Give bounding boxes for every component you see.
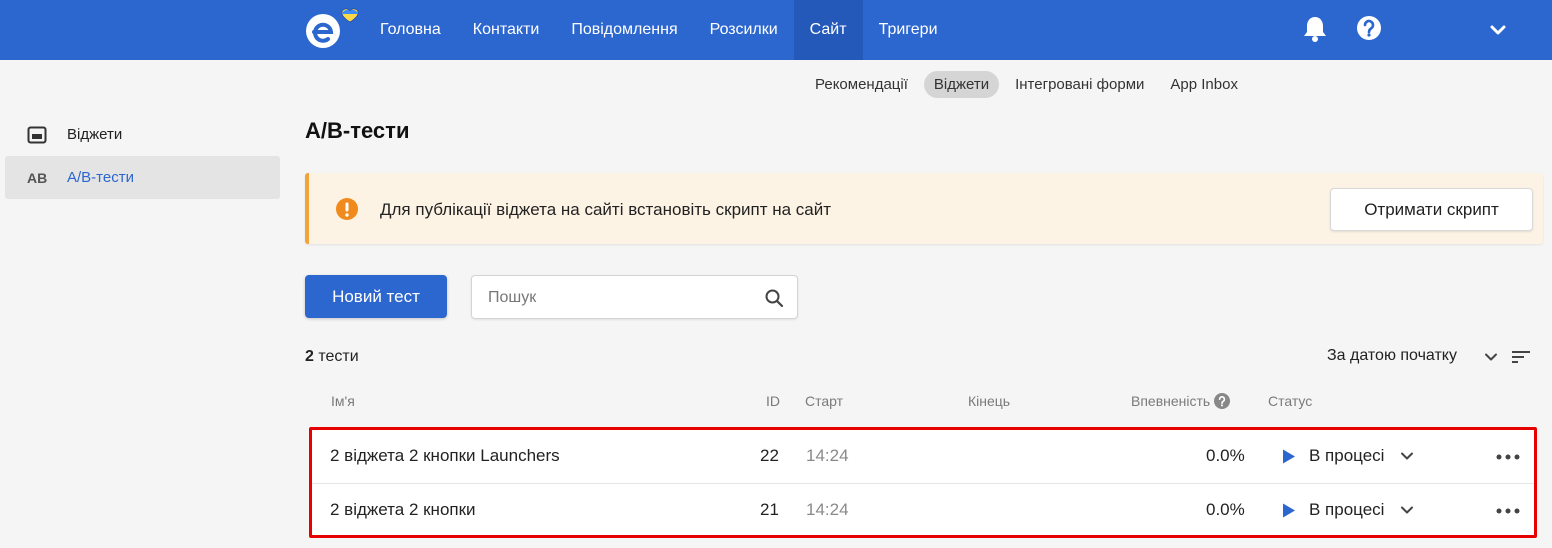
sub-tabs: Рекомендації Віджети Інтегровані форми A… bbox=[805, 71, 1248, 98]
tests-table-body: 2 віджета 2 кнопки Launchers 22 14:24 0.… bbox=[309, 427, 1537, 538]
logo-icon[interactable] bbox=[303, 6, 363, 50]
status-dropdown[interactable]: В процесі bbox=[1309, 500, 1384, 520]
new-test-button[interactable]: Новий тест bbox=[305, 275, 447, 318]
more-options-icon[interactable] bbox=[1495, 453, 1521, 461]
script-notice: Для публікації віджета на сайті встанові… bbox=[305, 173, 1543, 244]
sidebar-item-widgets[interactable]: Віджети bbox=[5, 113, 280, 156]
test-name[interactable]: 2 віджета 2 кнопки Launchers bbox=[330, 446, 560, 466]
search-box bbox=[471, 275, 798, 319]
table-row[interactable]: 2 віджета 2 кнопки 21 14:24 0.0% В проце… bbox=[312, 483, 1534, 535]
play-icon bbox=[1283, 503, 1295, 518]
column-header-name[interactable]: Ім'я bbox=[331, 393, 355, 409]
column-header-status[interactable]: Статус bbox=[1268, 393, 1312, 409]
ab-badge: AB bbox=[27, 169, 48, 186]
sidebar-item-label: Віджети bbox=[67, 126, 123, 143]
tab-widgets[interactable]: Віджети bbox=[923, 71, 1000, 98]
nav-item-home[interactable]: Головна bbox=[364, 0, 457, 60]
sort-order-icon[interactable] bbox=[1511, 349, 1531, 365]
test-id: 21 bbox=[760, 500, 779, 519]
chevron-down-icon[interactable] bbox=[1484, 351, 1498, 363]
test-start: 14:24 bbox=[806, 446, 849, 465]
tab-integrated-forms[interactable]: Інтегровані форми bbox=[1005, 71, 1154, 98]
nav-item-campaigns[interactable]: Розсилки bbox=[694, 0, 794, 60]
test-confidence: 0.0% bbox=[1206, 500, 1245, 519]
sidebar-item-ab-tests[interactable]: AB A/B-тести bbox=[5, 156, 280, 199]
search-icon[interactable] bbox=[764, 288, 784, 308]
tab-app-inbox[interactable]: App Inbox bbox=[1160, 71, 1248, 98]
notice-text: Для публікації віджета на сайті встанові… bbox=[380, 200, 832, 219]
top-navbar: Головна Контакти Повідомлення Розсилки С… bbox=[0, 0, 1552, 60]
column-header-start[interactable]: Старт bbox=[805, 393, 843, 409]
column-header-confidence[interactable]: Впевненість bbox=[1131, 393, 1231, 409]
help-icon[interactable] bbox=[1214, 393, 1231, 409]
status-dropdown[interactable]: В процесі bbox=[1309, 446, 1384, 466]
tab-recommendations[interactable]: Рекомендації bbox=[805, 71, 918, 98]
bell-icon[interactable] bbox=[1302, 14, 1328, 42]
tests-count-word: тести bbox=[318, 348, 359, 365]
page-title: A/B-тести bbox=[305, 118, 410, 143]
test-id: 22 bbox=[760, 446, 779, 465]
nav-item-contacts[interactable]: Контакти bbox=[457, 0, 556, 60]
chevron-down-icon[interactable] bbox=[1487, 20, 1509, 40]
tests-count: 2 тести bbox=[305, 348, 359, 366]
search-input[interactable] bbox=[488, 287, 748, 309]
sort-dropdown[interactable]: За датою початку bbox=[1327, 347, 1457, 365]
ab-badge-wrap: AB bbox=[27, 170, 67, 186]
column-header-end[interactable]: Кінець bbox=[968, 393, 1010, 409]
column-header-confidence-label: Впевненість bbox=[1131, 393, 1211, 409]
more-options-icon[interactable] bbox=[1495, 507, 1521, 515]
test-start: 14:24 bbox=[806, 500, 849, 519]
test-confidence: 0.0% bbox=[1206, 446, 1245, 465]
tests-count-number: 2 bbox=[305, 348, 314, 365]
chevron-down-icon[interactable] bbox=[1400, 504, 1414, 516]
play-icon bbox=[1283, 449, 1295, 464]
warning-icon bbox=[336, 198, 358, 220]
test-name[interactable]: 2 віджета 2 кнопки bbox=[330, 500, 476, 520]
nav-item-triggers[interactable]: Тригери bbox=[863, 0, 954, 60]
nav-item-site[interactable]: Сайт bbox=[793, 0, 863, 60]
table-row[interactable]: 2 віджета 2 кнопки Launchers 22 14:24 0.… bbox=[312, 430, 1534, 482]
nav-item-messages[interactable]: Повідомлення bbox=[555, 0, 693, 60]
get-script-button[interactable]: Отримати скрипт bbox=[1330, 188, 1533, 231]
column-header-id[interactable]: ID bbox=[766, 393, 780, 409]
widget-icon bbox=[27, 126, 67, 144]
sidebar-item-label: A/B-тести bbox=[67, 169, 134, 186]
chevron-down-icon[interactable] bbox=[1400, 450, 1414, 462]
main-nav: Головна Контакти Повідомлення Розсилки С… bbox=[364, 0, 954, 60]
help-icon[interactable] bbox=[1356, 15, 1382, 41]
